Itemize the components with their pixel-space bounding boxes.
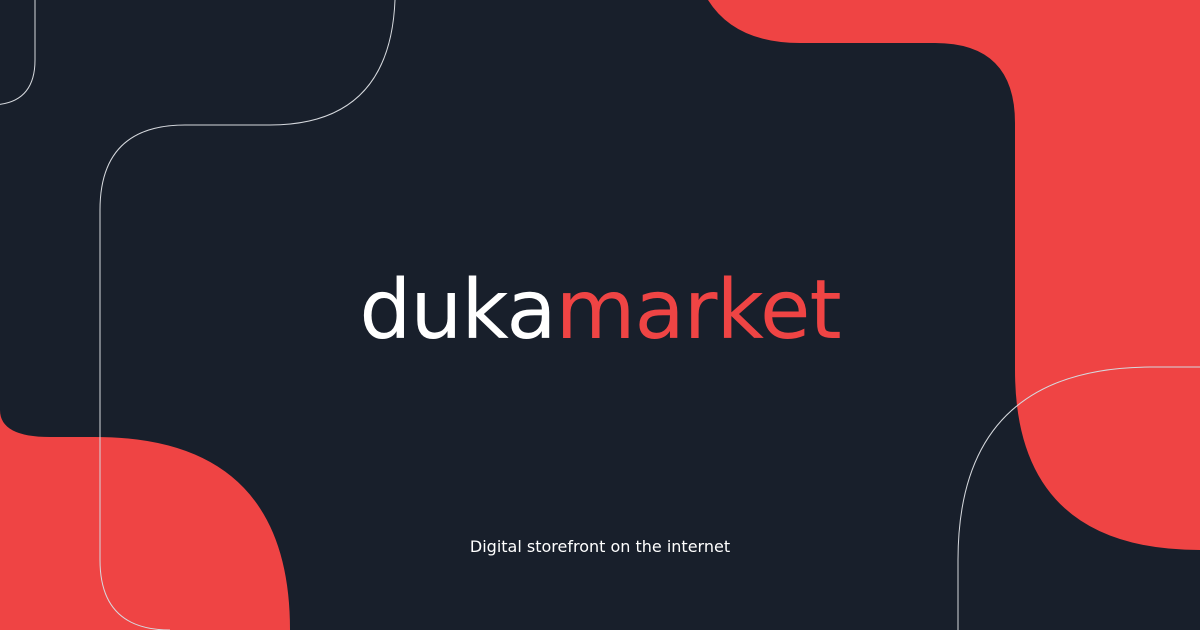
outline-top-left-small xyxy=(0,0,36,105)
banner: dukamarket Digital storefront on the int… xyxy=(0,0,1200,630)
red-shape-bottom-left xyxy=(0,410,290,630)
brand-word-primary: duka xyxy=(359,263,556,358)
brand-logo: dukamarket xyxy=(0,270,1200,352)
tagline: Digital storefront on the internet xyxy=(469,537,731,556)
brand-word-accent: market xyxy=(555,263,842,358)
